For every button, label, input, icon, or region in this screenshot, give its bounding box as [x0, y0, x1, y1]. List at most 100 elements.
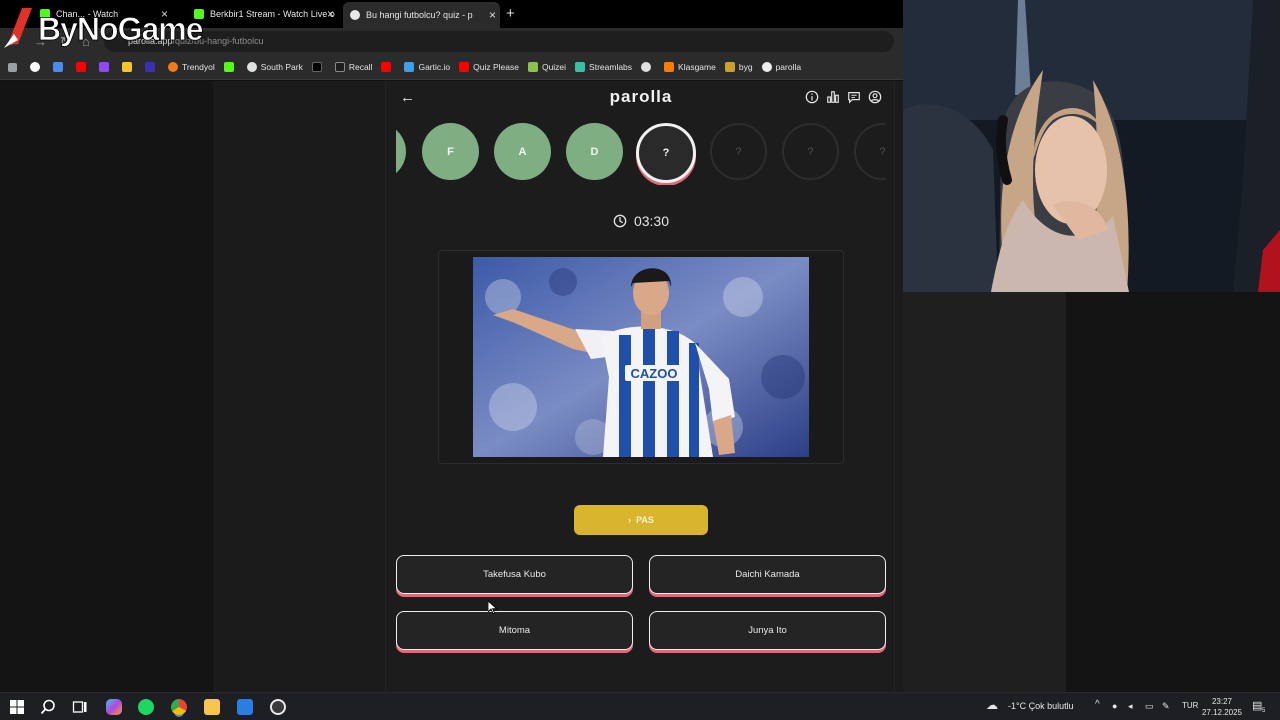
- google-icon[interactable]: [30, 62, 44, 72]
- answer-option[interactable]: Takefusa Kubo: [396, 555, 633, 594]
- clock[interactable]: 23:27 27.12.2025: [1202, 696, 1242, 718]
- footballer-illustration: CAZOO: [473, 257, 809, 457]
- info-icon[interactable]: [805, 90, 819, 104]
- bookmark-byg[interactable]: byg: [724, 62, 753, 72]
- close-icon[interactable]: ×: [489, 8, 496, 22]
- chevron-right-icon: ›: [628, 515, 632, 525]
- webcam-illustration: [903, 0, 1280, 292]
- kick-bookmark[interactable]: [223, 62, 238, 72]
- pass-label: PAS: [636, 515, 654, 525]
- chrome-icon[interactable]: [171, 699, 187, 715]
- user-icon[interactable]: [868, 90, 882, 104]
- letter-circle[interactable]: F: [422, 123, 479, 180]
- timer-value: 03:30: [633, 213, 670, 229]
- pass-button[interactable]: › PAS: [574, 505, 708, 535]
- parolla-app: ← parolla F A D ? ? ? ? 03:30 CAZOO › PA…: [385, 81, 895, 692]
- browser-tab-3[interactable]: Bu hangi futbolcu? quiz - p ×: [343, 2, 500, 28]
- parolla-favicon-icon: [350, 10, 360, 20]
- logo-text: ByNoGame: [38, 11, 203, 47]
- weather-text[interactable]: -1°C Çok bulutlu: [1008, 701, 1074, 711]
- letter-circle[interactable]: A: [494, 123, 551, 180]
- answer-option[interactable]: Junya Ito: [649, 611, 886, 650]
- twitch-icon[interactable]: [99, 62, 113, 72]
- clock-date: 27.12.2025: [1201, 708, 1242, 717]
- bookmark-label: Gartic.io: [418, 62, 451, 72]
- question-image-frame: CAZOO: [438, 250, 844, 464]
- bookmark-streamlabs[interactable]: Streamlabs: [575, 62, 632, 72]
- letter-circle[interactable]: D: [566, 123, 623, 180]
- obs-icon[interactable]: [270, 699, 286, 715]
- apps-grid-icon[interactable]: [8, 62, 21, 72]
- yellow-bookmark-icon[interactable]: [122, 62, 136, 72]
- bookmark-label: Quiz Please: [473, 62, 519, 72]
- globe-icon: [641, 62, 652, 72]
- copilot-icon[interactable]: [106, 699, 122, 715]
- letter-circle[interactable]: ?: [782, 123, 839, 180]
- answer-option[interactable]: Daichi Kamada: [649, 555, 886, 594]
- outlook-icon[interactable]: [237, 699, 253, 715]
- bookmark-label: Recall: [348, 62, 373, 72]
- bookmark-klasgame[interactable]: Klasgame: [664, 62, 716, 72]
- windows-start-icon[interactable]: [9, 699, 25, 715]
- streamlabs-icon: [575, 62, 586, 72]
- chat-icon[interactable]: [847, 90, 861, 104]
- timer: 03:30: [386, 213, 896, 229]
- bookmark-label: Klasgame: [678, 62, 716, 72]
- youtube-icon[interactable]: [76, 62, 90, 72]
- gartic-icon: [404, 62, 415, 72]
- answer-option[interactable]: Mitoma: [396, 611, 633, 650]
- bookmark-label: Trendyol: [182, 62, 215, 72]
- task-view-icon[interactable]: [72, 699, 88, 715]
- letter-carousel: F A D ? ? ? ?: [396, 123, 886, 185]
- klasgame-icon: [664, 62, 675, 72]
- pen-icon[interactable]: ✎: [1162, 701, 1170, 712]
- bookmark-parolla[interactable]: parolla: [761, 62, 801, 72]
- weather-icon: ☁: [986, 698, 998, 712]
- bookmark-gartic[interactable]: Gartic.io: [404, 62, 450, 72]
- mouse-cursor-icon: [488, 601, 497, 614]
- quizei-icon: [527, 62, 538, 72]
- language-indicator[interactable]: TUR: [1182, 701, 1198, 710]
- spotify-icon[interactable]: [138, 699, 154, 715]
- letter-circle[interactable]: ?: [710, 123, 767, 180]
- stats-icon[interactable]: [826, 90, 840, 104]
- bookmark-recall[interactable]: Recall: [334, 62, 373, 72]
- bookmark-label: Quizei: [541, 62, 567, 72]
- new-tab-icon[interactable]: +: [506, 5, 515, 22]
- file-explorer-icon[interactable]: [204, 699, 220, 715]
- x-bookmark[interactable]: [311, 62, 326, 72]
- microphone-icon[interactable]: ●: [1112, 701, 1117, 711]
- letter-circle[interactable]: [396, 123, 406, 180]
- search-icon[interactable]: [40, 699, 56, 715]
- stream-side-panel: [1066, 292, 1280, 692]
- chevron-up-icon[interactable]: ^: [1095, 699, 1100, 710]
- network-icon[interactable]: ▭: [1145, 701, 1154, 712]
- blue-bookmark-icon[interactable]: [145, 62, 159, 72]
- notification-count: 5: [1262, 708, 1266, 714]
- screen: Chan... - Watch × Berkbir1 Stream - Watc…: [0, 0, 1280, 720]
- youtube-bookmark[interactable]: [381, 62, 395, 72]
- bookmark-quiz-please[interactable]: Quiz Please: [459, 62, 519, 72]
- kick-icon: [223, 62, 234, 72]
- letter-circle[interactable]: ?: [854, 123, 886, 180]
- notification-icon[interactable]: ▤: [1252, 699, 1262, 712]
- windows-taskbar: ☁ -1°C Çok bulutlu ^ ● ◂ ▭ ✎ TUR 23:27 2…: [0, 692, 1280, 720]
- recall-icon: [334, 62, 345, 72]
- globe-bookmark[interactable]: [641, 62, 655, 72]
- stream-right-area: [903, 292, 1280, 692]
- volume-icon[interactable]: ◂: [1128, 701, 1133, 712]
- bookmark-south-park[interactable]: South Park: [246, 62, 303, 72]
- current-letter-circle[interactable]: ?: [636, 123, 696, 183]
- trendyol-icon: [168, 62, 178, 72]
- bookmarks-bar: Trendyol South Park Recall Gartic.io Qui…: [0, 55, 903, 80]
- bookmark-trendyol[interactable]: Trendyol: [168, 62, 215, 72]
- bynogame-logo: ByNoGame: [2, 4, 232, 52]
- bookmark-label: South Park: [260, 62, 303, 72]
- bookmark-quizei[interactable]: Quizei: [527, 62, 567, 72]
- translate-icon[interactable]: [53, 62, 67, 72]
- tab-title: Bu hangi futbolcu? quiz - p: [366, 10, 473, 20]
- bookmark-label: byg: [738, 62, 753, 72]
- x-icon: [311, 62, 322, 72]
- clock-time: 23:27: [1211, 697, 1232, 706]
- close-icon[interactable]: ×: [327, 7, 334, 21]
